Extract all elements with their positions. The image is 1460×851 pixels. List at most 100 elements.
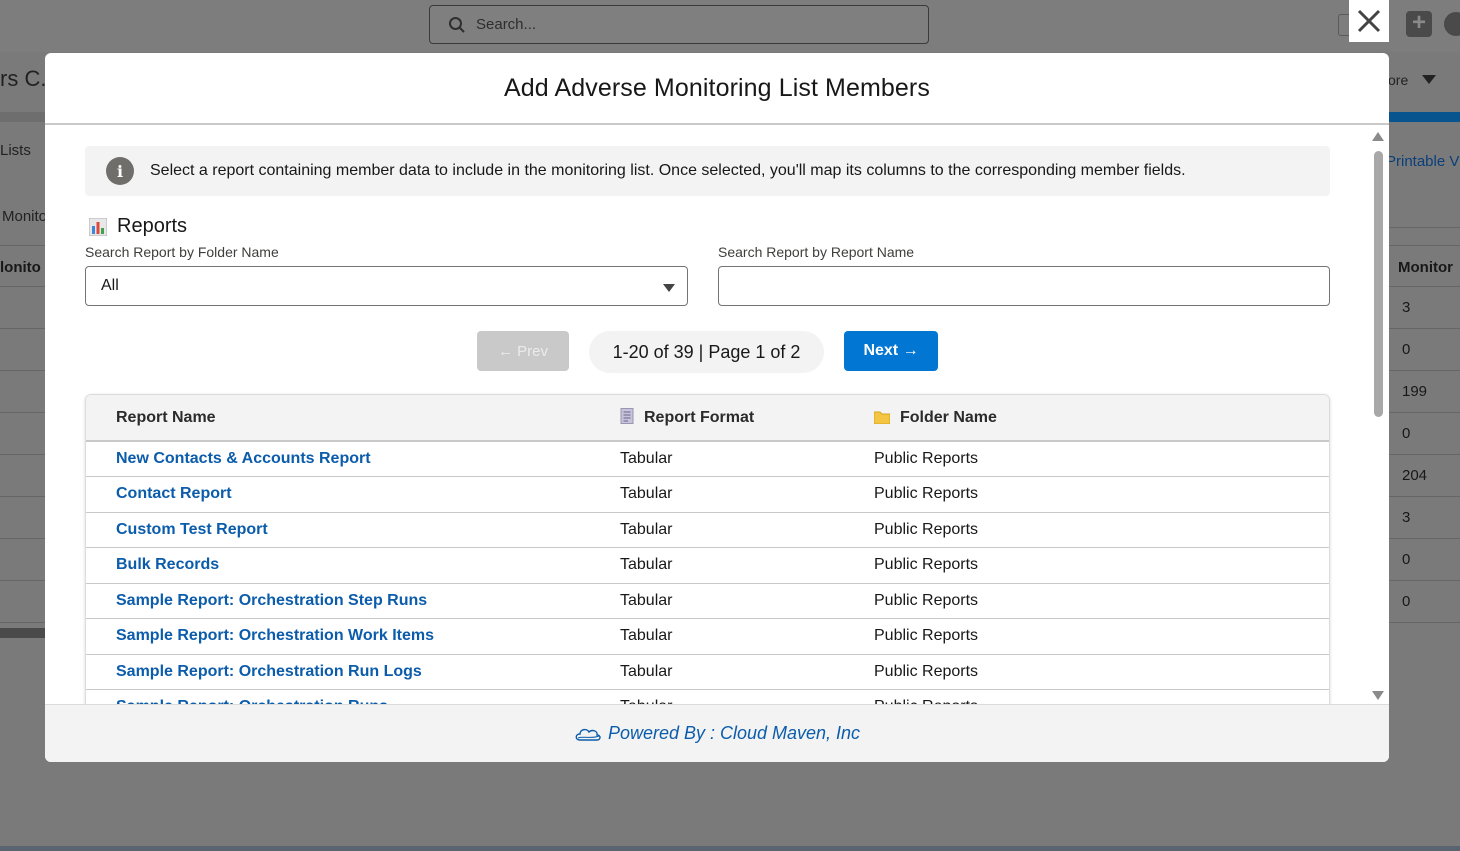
scrollbar-thumb[interactable]: [1374, 151, 1383, 417]
header-folder-name[interactable]: Folder Name: [874, 395, 1329, 441]
report-name-link[interactable]: Contact Report: [86, 476, 620, 513]
background-divider: [1389, 192, 1460, 228]
background-scrollbar: [0, 628, 45, 638]
report-name-link[interactable]: Sample Report: Orchestration Runs: [86, 689, 620, 704]
background-bottom-bar: [0, 846, 1460, 851]
report-format-cell: Tabular: [620, 583, 874, 619]
background-cell: 0: [1389, 539, 1460, 581]
bar-chart-icon: [89, 217, 107, 236]
background-cell: 3: [1389, 287, 1460, 329]
folder-name-cell: Public Reports: [874, 441, 1329, 477]
info-text: Select a report containing member data t…: [150, 162, 1186, 179]
report-name-link[interactable]: Sample Report: Orchestration Run Logs: [86, 654, 620, 690]
page-info: 1-20 of 39 | Page 1 of 2: [589, 331, 824, 373]
report-name-link[interactable]: Sample Report: Orchestration Step Runs: [86, 583, 620, 619]
background-row: [0, 455, 45, 497]
background-cell: 3: [1389, 497, 1460, 539]
modal-body[interactable]: i Select a report containing member data…: [45, 127, 1389, 704]
table-header-row: Report Name Report Format Folder Name: [86, 395, 1329, 441]
report-format-cell: Tabular: [620, 618, 874, 655]
folder-name-cell: Public Reports: [874, 689, 1329, 704]
background-more-tab[interactable]: ore: [1388, 72, 1408, 88]
background-monito-label: Monito: [2, 208, 48, 225]
table-row[interactable]: New Contacts & Accounts Report Tabular P…: [86, 441, 1329, 477]
folder-name-cell: Public Reports: [874, 654, 1329, 690]
background-printable-link[interactable]: Printable V: [1386, 153, 1459, 170]
background-lists-label: Lists: [0, 142, 31, 159]
table-row[interactable]: Sample Report: Orchestration Runs Tabula…: [86, 689, 1329, 704]
folder-select[interactable]: All: [85, 266, 688, 306]
report-format-cell: Tabular: [620, 689, 874, 704]
folder-name-cell: Public Reports: [874, 476, 1329, 513]
close-modal-button[interactable]: [1349, 0, 1389, 42]
reports-table: Report Name Report Format Folder Name Ne…: [85, 394, 1330, 704]
report-name-link[interactable]: New Contacts & Accounts Report: [86, 441, 620, 477]
modal-footer: Powered By : Cloud Maven, Inc: [45, 704, 1389, 762]
background-cell: 199: [1389, 371, 1460, 413]
background-row: [0, 413, 45, 455]
footer-powered-by: Powered By : Cloud Maven, Inc: [607, 723, 861, 743]
background-cell: 0: [1389, 329, 1460, 371]
scroll-down-arrow-icon[interactable]: [1372, 691, 1384, 700]
report-search-label: Search Report by Report Name: [718, 244, 915, 260]
scroll-up-arrow-icon[interactable]: [1372, 132, 1384, 141]
background-band-accent: [1389, 112, 1460, 122]
plus-icon[interactable]: +: [1406, 11, 1432, 37]
table-row[interactable]: Sample Report: Orchestration Work Items …: [86, 618, 1329, 655]
table-row[interactable]: Sample Report: Orchestration Step Runs T…: [86, 583, 1329, 619]
header-folder-name-text: Folder Name: [900, 408, 997, 426]
background-cell: 0: [1389, 581, 1460, 623]
header-report-format[interactable]: Report Format: [620, 395, 874, 441]
info-banner: i Select a report containing member data…: [85, 146, 1330, 196]
table-row[interactable]: Bulk Records Tabular Public Reports: [86, 547, 1329, 584]
background-row: [0, 329, 45, 371]
pagination: ← Prev 1-20 of 39 | Page 1 of 2 Next →: [45, 331, 1389, 373]
table-row[interactable]: Custom Test Report Tabular Public Report…: [86, 512, 1329, 548]
report-format-cell: Tabular: [620, 512, 874, 548]
header-report-name[interactable]: Report Name: [86, 395, 620, 441]
background-row: [0, 539, 45, 581]
background-row: [0, 371, 45, 413]
next-page-button[interactable]: Next →: [844, 331, 938, 371]
report-format-cell: Tabular: [620, 547, 874, 584]
search-icon: [449, 16, 465, 33]
info-icon: i: [106, 157, 134, 185]
report-format-cell: Tabular: [620, 476, 874, 513]
report-name-link[interactable]: Bulk Records: [86, 547, 620, 584]
header-report-format-text: Report Format: [644, 409, 755, 426]
chevron-down-icon[interactable]: [1422, 75, 1436, 84]
chevron-down-icon: [663, 284, 675, 292]
cloud-icon: [575, 728, 601, 741]
document-icon: [620, 408, 634, 424]
global-search-placeholder: Search...: [476, 16, 537, 33]
background-right-header: Monitor: [1389, 245, 1460, 287]
report-format-cell: Tabular: [620, 441, 874, 477]
reports-title-text: Reports: [117, 215, 188, 237]
folder-name-cell: Public Reports: [874, 512, 1329, 548]
table-row[interactable]: Sample Report: Orchestration Run Logs Ta…: [86, 654, 1329, 690]
folder-select-value: All: [101, 277, 119, 294]
background-row: [0, 497, 45, 539]
report-search-input[interactable]: [718, 266, 1330, 306]
background-left-column: lonito: [0, 245, 45, 625]
global-search[interactable]: Search...: [429, 5, 929, 44]
add-members-modal: Add Adverse Monitoring List Members i Se…: [45, 53, 1389, 762]
background-row: [0, 287, 45, 329]
folder-search-label: Search Report by Folder Name: [85, 244, 279, 260]
modal-header: Add Adverse Monitoring List Members: [45, 53, 1389, 125]
report-format-cell: Tabular: [620, 654, 874, 690]
folder-name-cell: Public Reports: [874, 547, 1329, 584]
report-name-link[interactable]: Custom Test Report: [86, 512, 620, 548]
background-cell: 204: [1389, 455, 1460, 497]
prev-page-button[interactable]: ← Prev: [477, 331, 569, 371]
folder-name-cell: Public Reports: [874, 618, 1329, 655]
background-right-column: Monitor 3 0 199 0 204 3 0 0: [1389, 245, 1460, 625]
table-row[interactable]: Contact Report Tabular Public Reports: [86, 476, 1329, 513]
modal-title: Add Adverse Monitoring List Members: [504, 73, 930, 102]
report-name-link[interactable]: Sample Report: Orchestration Work Items: [86, 618, 620, 655]
background-left-header: lonito: [0, 245, 45, 287]
background-row: [0, 581, 45, 623]
background-cell: 0: [1389, 413, 1460, 455]
folder-name-cell: Public Reports: [874, 583, 1329, 619]
reports-section-title: Reports: [89, 215, 187, 238]
